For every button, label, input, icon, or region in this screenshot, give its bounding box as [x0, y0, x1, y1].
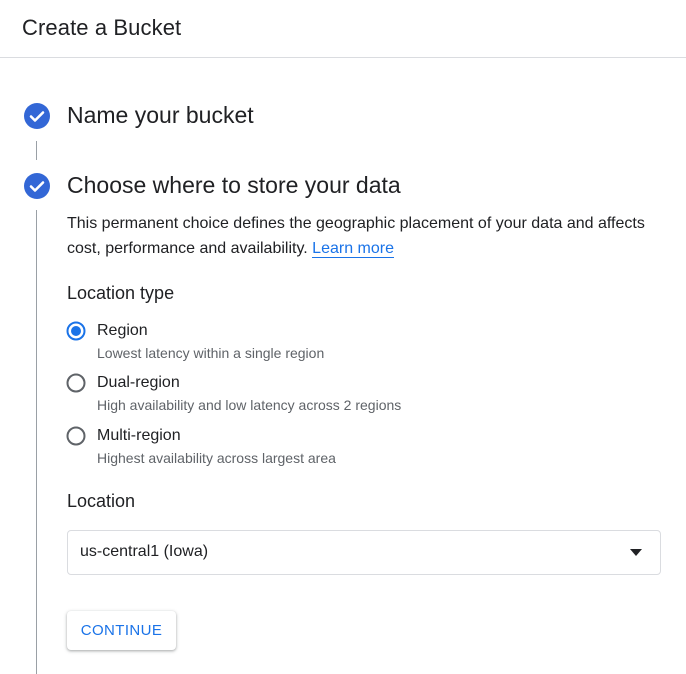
radio-unselected-icon[interactable]	[66, 373, 86, 393]
check-circle-icon	[24, 173, 50, 199]
radio-selected-icon[interactable]	[66, 321, 86, 341]
radio-option-dual-region[interactable]: Dual-region High availability and low la…	[66, 373, 486, 417]
location-select-value: us-central1 (Iowa)	[80, 543, 209, 560]
location-description: This permanent choice defines the geogra…	[67, 211, 667, 261]
check-circle-icon	[24, 103, 50, 129]
step-connector	[36, 141, 37, 160]
radio-label: Multi-region	[97, 427, 181, 444]
step-title-location[interactable]: Choose where to store your data	[67, 172, 401, 199]
radio-unselected-icon[interactable]	[66, 426, 86, 446]
step-rail	[36, 210, 37, 674]
radio-help-text: Highest availability across largest area	[97, 450, 336, 466]
page-title: Create a Bucket	[22, 15, 182, 40]
continue-button[interactable]: CONTINUE	[67, 611, 176, 650]
radio-label: Region	[97, 322, 148, 339]
radio-help-text: Lowest latency within a single region	[97, 345, 325, 361]
location-select[interactable]: us-central1 (Iowa)	[67, 530, 661, 575]
step-title-name-bucket[interactable]: Name your bucket	[67, 102, 254, 129]
location-type-label: Location type	[67, 283, 175, 303]
radio-label: Dual-region	[97, 374, 180, 391]
page-header: Create a Bucket	[0, 0, 686, 58]
radio-option-multi-region[interactable]: Multi-region Highest availability across…	[66, 426, 486, 470]
location-label: Location	[67, 491, 136, 511]
radio-help-text: High availability and low latency across…	[97, 397, 402, 413]
caret-down-icon[interactable]	[630, 549, 642, 556]
learn-more-link[interactable]: Learn more	[312, 240, 394, 258]
radio-option-region[interactable]: Region Lowest latency within a single re…	[66, 321, 486, 365]
